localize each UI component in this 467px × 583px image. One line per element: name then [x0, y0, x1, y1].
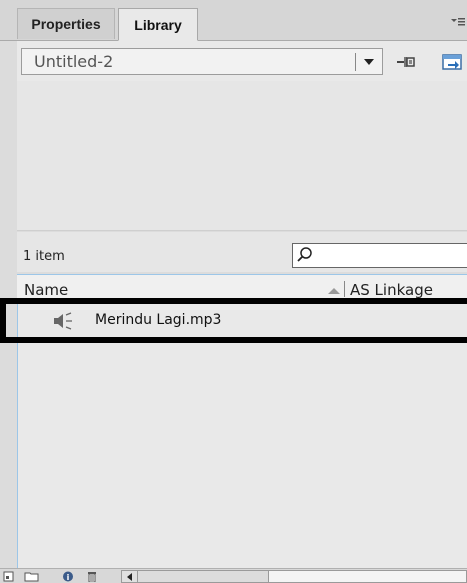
search-input[interactable]	[292, 243, 467, 268]
chevron-down-icon	[364, 58, 374, 65]
new-library-panel-icon	[442, 54, 462, 70]
tab-properties[interactable]: Properties	[17, 8, 115, 39]
horizontal-scrollbar[interactable]	[121, 570, 467, 583]
pin-library-button[interactable]	[393, 51, 419, 73]
document-select-value: Untitled-2	[34, 52, 114, 71]
new-folder-icon[interactable]	[24, 571, 40, 582]
item-count: 1 item	[23, 249, 65, 264]
pin-library-icon	[397, 57, 415, 67]
select-divider	[355, 52, 356, 71]
document-row: Untitled-2	[17, 41, 467, 81]
tab-library[interactable]: Library	[118, 8, 198, 41]
column-linkage-header[interactable]: AS Linkage	[350, 281, 433, 299]
scroll-thumb[interactable]	[138, 571, 269, 582]
properties-icon[interactable]: i	[62, 571, 74, 582]
column-name-header[interactable]: Name	[24, 281, 68, 299]
document-select[interactable]: Untitled-2	[21, 48, 383, 75]
panel-tabstrip: Properties Library	[0, 0, 467, 41]
column-divider	[344, 281, 345, 297]
trash-icon[interactable]	[86, 571, 98, 582]
sort-ascending-icon[interactable]	[328, 288, 340, 294]
new-library-panel-button[interactable]	[439, 51, 467, 73]
item-preview	[17, 81, 467, 231]
arrow-left-icon	[127, 572, 132, 581]
panel-menu-icon[interactable]	[449, 12, 467, 32]
svg-text:i: i	[67, 573, 70, 582]
search-icon	[297, 247, 312, 262]
library-bottom-bar: i	[0, 568, 467, 583]
library-status-row: 1 item	[17, 232, 467, 272]
selection-outline	[0, 298, 467, 343]
scroll-left-button[interactable]	[122, 571, 138, 582]
new-symbol-icon[interactable]	[3, 571, 15, 582]
column-header: Name AS Linkage	[17, 274, 467, 301]
